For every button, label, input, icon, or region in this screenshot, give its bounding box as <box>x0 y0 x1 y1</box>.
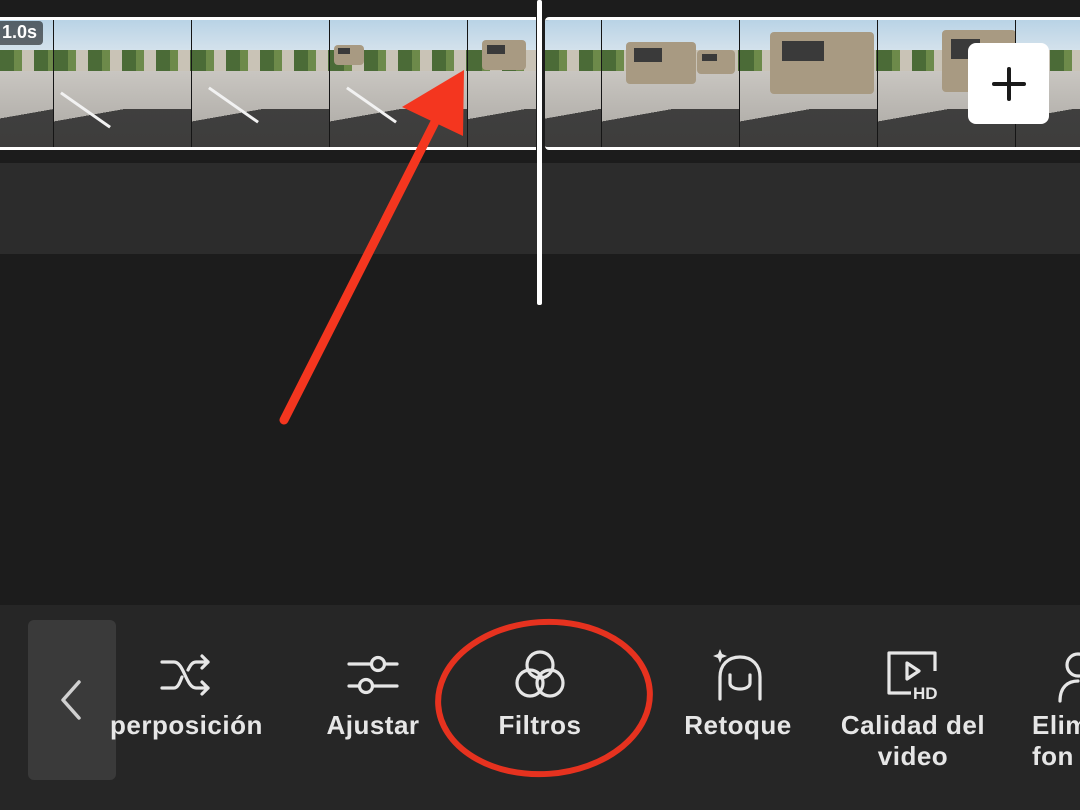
toolbar-back-button[interactable] <box>28 620 116 780</box>
clip-thumbnail <box>545 20 602 147</box>
tool-label: perposición <box>110 710 263 740</box>
face-retouch-icon <box>708 640 768 710</box>
tool-filters[interactable]: Filtros <box>480 640 600 741</box>
clip-thumbnail <box>192 20 330 147</box>
tool-label: Elim fon <box>1032 710 1080 771</box>
tool-label: Retoque <box>684 710 792 740</box>
tool-remove-background[interactable]: Elim fon <box>1032 640 1080 772</box>
clip-thumbnail <box>330 20 468 147</box>
tool-overlay[interactable]: perposición <box>110 640 263 741</box>
timeline-clip-1[interactable] <box>0 17 536 150</box>
tool-label: Calidad del video <box>840 710 986 771</box>
clip-thumbnail <box>740 20 878 147</box>
tool-retouch[interactable]: Retoque <box>676 640 800 741</box>
playhead[interactable] <box>537 0 542 305</box>
clip-duration-label: 1.0s <box>0 21 44 45</box>
svg-text:HD: HD <box>913 684 938 703</box>
plus-icon <box>991 66 1026 101</box>
shuffle-icon <box>116 640 256 710</box>
clip-thumbnail <box>468 20 536 147</box>
filter-circles-icon <box>510 640 570 710</box>
tool-label: Filtros <box>498 710 582 740</box>
clip-thumbnail <box>54 20 192 147</box>
tool-label: Ajustar <box>326 710 420 740</box>
video-editor-screen: 1.0s perposición Ajustar Filtros Retoque… <box>0 0 1080 810</box>
person-remove-bg-icon <box>1032 640 1080 710</box>
tool-video-quality[interactable]: HD Calidad del video <box>828 640 998 772</box>
clip-thumbnail <box>602 20 740 147</box>
add-clip-button[interactable] <box>968 43 1049 124</box>
sliders-icon <box>345 640 401 710</box>
chevron-left-icon <box>61 680 81 720</box>
hd-video-icon: HD <box>883 640 943 710</box>
tool-adjust[interactable]: Ajustar <box>318 640 428 741</box>
